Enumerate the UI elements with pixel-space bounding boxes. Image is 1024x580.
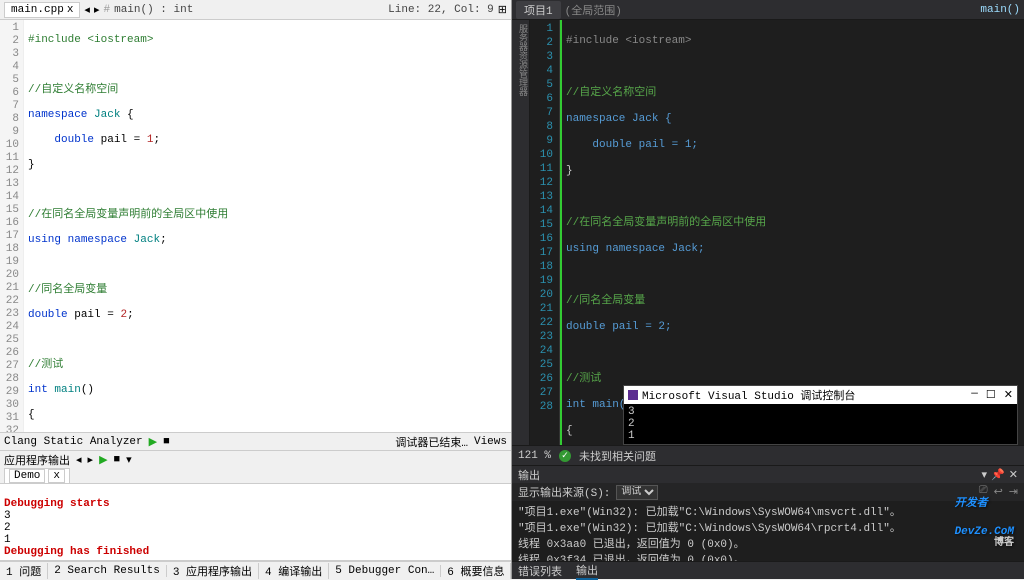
cursor-pos: Line: 22, Col: 9 [388, 4, 494, 16]
console-body: 3 2 1 [624, 404, 1017, 444]
maximize-icon[interactable]: ☐ [986, 388, 996, 402]
run-icon[interactable]: ▶ [149, 435, 157, 449]
debug-console[interactable]: Microsoft Visual Studio 调试控制台 — ☐ ✕ 3 2 1 [623, 385, 1018, 445]
close-icon[interactable]: x [67, 4, 74, 16]
right-breadcrumb: 项目1 (全局范围) main() [512, 0, 1024, 20]
output-title: 输出 [518, 467, 540, 483]
vs-icon [628, 390, 638, 400]
tab-issues[interactable]: 1 问题 [0, 563, 48, 579]
status-ok-icon: ✓ [559, 450, 571, 462]
goto-icon[interactable]: ⇥ [1009, 485, 1018, 499]
filter-icon[interactable]: ▾ [126, 453, 132, 467]
breadcrumb[interactable]: main() : int [114, 4, 193, 16]
tab-compile[interactable]: 4 编译输出 [259, 563, 329, 579]
output-toolbar: 应用程序输出 ◂ ▸ ▶ ■ ▾ [0, 450, 511, 468]
right-bottom-tabs: 错误列表 输出 [512, 561, 1024, 579]
right-output[interactable]: "项目1.exe"(Win32): 已加载"C:\Windows\SysWOW6… [512, 501, 1024, 561]
tab-output[interactable]: 输出 [576, 562, 598, 580]
nav-prev-icon[interactable]: ◂ [84, 3, 90, 17]
zoom-level[interactable]: 121 % [518, 450, 551, 462]
console-titlebar[interactable]: Microsoft Visual Studio 调试控制台 — ☐ ✕ [624, 386, 1017, 404]
scope-crumb[interactable]: (全局范围) [565, 2, 977, 18]
wrap-icon[interactable]: ↩ [994, 485, 1003, 499]
close-icon[interactable]: ✕ [1004, 388, 1013, 402]
left-gutter: 1234567891011121314151617181920212223242… [0, 20, 24, 432]
output-header: 输出 ▾📌 ✕ [512, 465, 1024, 483]
right-code[interactable]: #include <iostream> //自定义名称空间 namespace … [560, 20, 1024, 445]
output-source-label: 显示输出来源(S): [518, 484, 610, 500]
left-ide: main.cpp x ◂ ▸ # main() : int Line: 22, … [0, 0, 512, 579]
tab-debugger[interactable]: 5 Debugger Con… [329, 565, 441, 577]
tab-summary[interactable]: 6 概要信息 [441, 563, 511, 579]
left-code[interactable]: #include <iostream> //自定义名称空间 namespace … [24, 20, 511, 432]
func-crumb[interactable]: main() [980, 4, 1020, 16]
project-crumb[interactable]: 项目1 [516, 1, 561, 19]
close-icon[interactable]: ✕ [1009, 468, 1018, 482]
nav-r-icon[interactable]: ▸ [88, 453, 94, 467]
tab-errorlist[interactable]: 错误列表 [518, 563, 562, 579]
left-bottom-tabs: 1 问题 2 Search Results 3 应用程序输出 4 编译输出 5 … [0, 561, 511, 579]
analyzer-status: 调试器已结束… [395, 434, 468, 450]
left-tabbar: main.cpp x ◂ ▸ # main() : int Line: 22, … [0, 0, 511, 20]
stop-icon[interactable]: ■ [114, 454, 121, 466]
left-output[interactable]: Debugging starts 3 2 1 Debugging has fin… [0, 484, 511, 561]
split-icon[interactable]: ⊞ [498, 3, 507, 17]
views-label[interactable]: Views [474, 436, 507, 448]
breadcrumb-sep: # [103, 4, 110, 16]
console-title: Microsoft Visual Studio 调试控制台 [642, 387, 855, 403]
right-ide: 项目1 (全局范围) main() 服务器资源管理器 1234567891011… [512, 0, 1024, 579]
file-tab[interactable]: main.cpp x [4, 2, 80, 18]
tab-appout[interactable]: 3 应用程序输出 [167, 563, 259, 579]
right-statusbar: 121 % ✓ 未找到相关问题 [512, 445, 1024, 465]
right-gutter: 1234567891011121314151617181920212223242… [530, 20, 560, 445]
demo-tab[interactable]: Demo x [4, 468, 70, 484]
output-toolbar: 显示输出来源(S): 调试 ⎚ ↩ ⇥ [512, 483, 1024, 501]
clear-icon[interactable]: ⎚ [979, 485, 988, 499]
close-icon[interactable]: x [48, 469, 65, 483]
file-name: main.cpp [11, 4, 64, 16]
right-editor[interactable]: 1234567891011121314151617181920212223242… [530, 20, 1024, 445]
run-icon[interactable]: ▶ [99, 453, 107, 467]
pin-icon[interactable]: 📌 [991, 468, 1005, 482]
output-label: 应用程序输出 [4, 452, 70, 468]
side-tab[interactable]: 服务器资源管理器 [512, 20, 530, 445]
minimize-icon[interactable]: — [971, 388, 978, 402]
dropdown-icon[interactable]: ▾ [982, 468, 988, 482]
nav-l-icon[interactable]: ◂ [76, 453, 82, 467]
stop-icon[interactable]: ■ [163, 436, 170, 448]
analyzer-bar: Clang Static Analyzer ▶ ■ 调试器已结束… Views [0, 432, 511, 450]
output-source-select[interactable]: 调试 [616, 485, 658, 500]
analyzer-label: Clang Static Analyzer [4, 436, 143, 448]
nav-next-icon[interactable]: ▸ [94, 3, 100, 17]
left-editor[interactable]: 1234567891011121314151617181920212223242… [0, 20, 511, 432]
right-main: 服务器资源管理器 1234567891011121314151617181920… [512, 20, 1024, 445]
tab-search[interactable]: 2 Search Results [48, 565, 167, 577]
status-msg: 未找到相关问题 [579, 448, 656, 464]
demo-tab-row: Demo x [0, 468, 511, 484]
